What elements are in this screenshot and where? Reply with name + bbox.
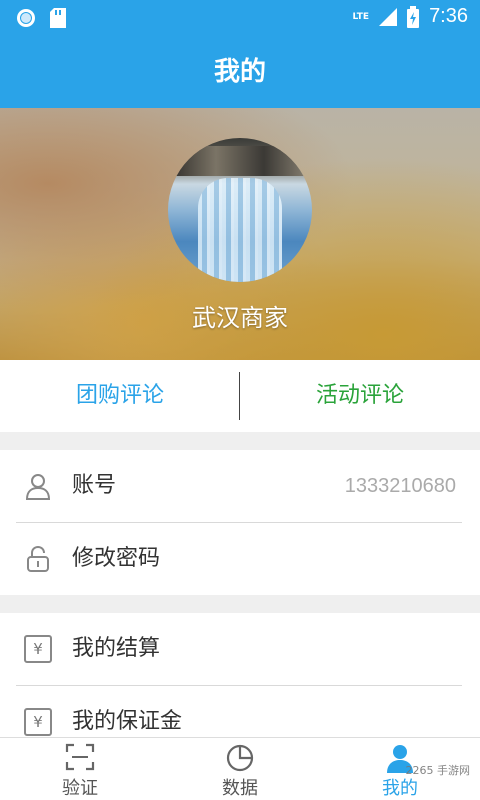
signal-icon bbox=[379, 7, 398, 26]
review-tabs: 团购评论 活动评论 bbox=[0, 360, 480, 432]
settlement-row[interactable]: ¥ 我的结算 bbox=[0, 613, 480, 685]
watermark: 2265 手游网 bbox=[405, 764, 471, 777]
change-password-row[interactable]: 修改密码 bbox=[0, 523, 480, 595]
battery-charging-icon bbox=[407, 5, 420, 28]
account-group: 账号 1333210680 修改密码 bbox=[0, 450, 480, 595]
clock: 7:36 bbox=[429, 5, 468, 27]
page-title: 我的 bbox=[0, 36, 480, 108]
nav-data[interactable]: 数据 bbox=[160, 738, 320, 800]
pie-chart-icon bbox=[226, 744, 254, 772]
nav-label: 验证 bbox=[62, 778, 98, 799]
settlement-label: 我的结算 bbox=[72, 636, 161, 661]
change-password-label: 修改密码 bbox=[72, 546, 161, 571]
shop-name: 武汉商家 bbox=[192, 304, 288, 332]
yen-icon: ¥ bbox=[24, 635, 52, 663]
yen-icon: ¥ bbox=[24, 708, 52, 736]
scan-icon bbox=[65, 743, 95, 771]
user-icon bbox=[25, 474, 51, 500]
nav-verify[interactable]: 验证 bbox=[0, 738, 160, 800]
nav-label: 数据 bbox=[222, 778, 258, 799]
lock-icon bbox=[27, 545, 49, 572]
sd-card-icon bbox=[50, 8, 66, 28]
tab-activity-reviews[interactable]: 活动评论 bbox=[240, 360, 480, 432]
tab-divider bbox=[239, 372, 240, 420]
account-value: 1333210680 bbox=[344, 475, 456, 497]
avatar[interactable] bbox=[168, 138, 312, 282]
status-bar: LTE 7:36 bbox=[0, 0, 480, 36]
network-type: LTE bbox=[352, 11, 370, 22]
profile-header: 武汉商家 bbox=[0, 108, 480, 360]
notification-circle-icon bbox=[17, 9, 35, 27]
account-row[interactable]: 账号 1333210680 bbox=[0, 450, 480, 522]
tab-group-buy-reviews[interactable]: 团购评论 bbox=[0, 360, 240, 432]
account-label: 账号 bbox=[72, 473, 117, 498]
